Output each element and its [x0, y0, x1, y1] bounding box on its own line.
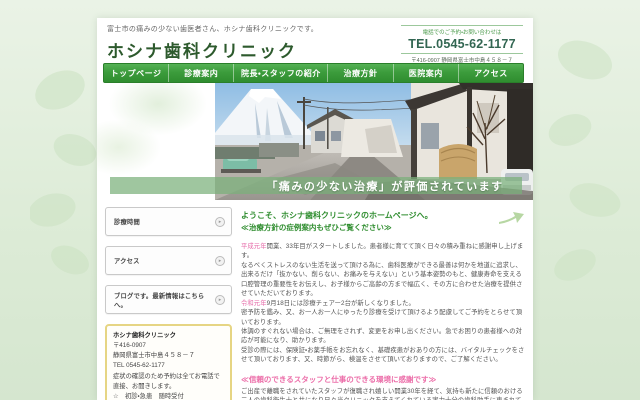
arrow-circle-icon[interactable]: ▸ — [215, 295, 225, 305]
paragraph-staff: ご出産で離職をされていたスタッフが復職され嬉しい開業30年を経て、気持も新たに信… — [241, 387, 525, 400]
sidebar-item-blog[interactable]: ブログです。最新情報はこちらへ。 ▸ — [105, 285, 232, 314]
paragraph-chairs: 令和元年9月18日には診療チェアー2台が新しくなりました。 — [241, 299, 525, 308]
era-highlight: 平成元年 — [241, 243, 267, 250]
welcome-subheading: ≪治療方針の症例案内もぜひご覧ください≫ — [241, 222, 525, 233]
nav-item-services[interactable]: 診療案内 — [168, 64, 233, 82]
main-nav: トップページ 診療案内 院長・スタッフの紹介 治療方針 医院案内 アクセス — [103, 63, 524, 83]
nav-item-policy[interactable]: 治療方針 — [327, 64, 392, 82]
nav-item-access[interactable]: アクセス — [458, 64, 523, 82]
leaf-watermark-right — [545, 30, 625, 290]
staff-text-block: ご出産で離職をされていたスタッフが復職され嬉しい開業30年を経て、気持も新たに信… — [241, 387, 525, 400]
sidebar-item-access[interactable]: アクセス ▸ — [105, 246, 232, 275]
header-phone-box: 電話でのご予約・お問い合わせは TEL.0545-62-1177 〒416-09… — [401, 25, 523, 64]
era-highlight: 令和元年 — [241, 300, 267, 307]
welcome-heading: ようこそ、ホシナ歯科クリニックのホームページへ。 — [241, 210, 525, 221]
phone-label: 電話でのご予約・お問い合わせは — [401, 25, 523, 36]
header-address: 〒416-0907 静岡県富士市中島４５８－７ — [401, 53, 523, 64]
paragraph-policy: なるべくストレスのない生活を送って頂ける為に、歯科医療ができる最善は何かを地道に… — [241, 261, 525, 299]
main-column: ようこそ、ホシナ歯科クリニックのホームページへ。 ≪治療方針の症例案内もぜひご覧… — [241, 207, 525, 400]
leaf-watermark-left — [30, 60, 100, 280]
sidebar-item-label: アクセス — [114, 256, 140, 265]
contact-tel: TEL 0545-62-1177 — [113, 361, 224, 371]
site-header: 富士市の痛みの少ない歯医者さん、ホシナ歯科クリニックです。 ホシナ歯科クリニック… — [97, 18, 533, 63]
contact-postal: 〒416-0907 — [113, 341, 224, 351]
arrow-circle-icon[interactable]: ▸ — [215, 217, 225, 227]
paragraph-reservation: 密予防を鑑み、又、お一人お一人にゆったり診療を受けて頂けるよう配慮してご予約をと… — [241, 308, 525, 327]
content-columns: 診療時間 ▸ アクセス ▸ ブログです。最新情報はこちらへ。 ▸ ホシナ歯科クリ… — [97, 200, 533, 400]
intro-text-block: 平成元年開業、33年目がスタートしました。患者様に育てて頂く日々の積み重ねに感謝… — [241, 242, 525, 365]
paragraph-visit: 受診の際には、保険証・お薬手帳をお忘れなく、基礎疾患がおありの方には、バイタルチ… — [241, 346, 525, 365]
sidebar-item-label: ブログです。最新情報はこちらへ。 — [114, 291, 215, 309]
nav-item-staff[interactable]: 院長・スタッフの紹介 — [233, 64, 327, 82]
sidebar: 診療時間 ▸ アクセス ▸ ブログです。最新情報はこちらへ。 ▸ ホシナ歯科クリ… — [105, 207, 232, 400]
contact-address: 静岡県富士市中島４５８－７ — [113, 351, 224, 361]
hero-banner: 「痛みの少ない治療」が評価されています — [97, 83, 533, 200]
contact-reception: ☆ 初診・急患 随時受付 — [113, 392, 224, 400]
nav-item-top[interactable]: トップページ — [104, 64, 168, 82]
hero-caption-bar: 「痛みの少ない治療」が評価されています — [110, 177, 522, 194]
nav-item-clinic[interactable]: 医院案内 — [393, 64, 458, 82]
sidebar-item-hours[interactable]: 診療時間 ▸ — [105, 207, 232, 236]
paragraph-condition: 体調のすぐれない場合は、ご無理をされず、変更をお申し出ください。急でお困りの患者… — [241, 327, 525, 346]
contact-clinic-name: ホシナ歯科クリニック — [113, 331, 224, 341]
contact-info-box: ホシナ歯科クリニック 〒416-0907 静岡県富士市中島４５８－７ TEL 0… — [105, 324, 232, 400]
content-container: 富士市の痛みの少ない歯医者さん、ホシナ歯科クリニックです。 ホシナ歯科クリニック… — [97, 18, 533, 400]
staff-thanks-heading: ≪信頼のできるスタッフと仕事のできる環境に感謝です≫ — [241, 374, 525, 385]
phone-number: TEL.0545-62-1177 — [401, 37, 523, 51]
paragraph-opening: 平成元年開業、33年目がスタートしました。患者様に育てて頂く日々の積み重ねに感謝… — [241, 242, 525, 261]
leaf-arrow-icon — [497, 208, 525, 226]
contact-note: 症状の確認のため予約は全てお電話で直接、お聞きします。 — [113, 372, 224, 392]
sidebar-item-label: 診療時間 — [114, 217, 140, 226]
arrow-circle-icon[interactable]: ▸ — [215, 256, 225, 266]
